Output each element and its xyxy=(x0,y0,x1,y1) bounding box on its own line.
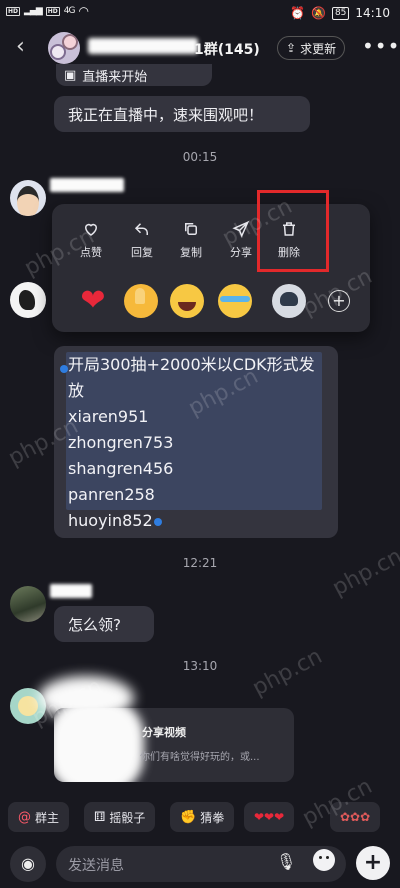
input-placeholder: 发送消息 xyxy=(68,858,124,874)
battery-icon: 85 xyxy=(331,6,350,20)
selection-start-handle[interactable] xyxy=(60,365,68,373)
copy-action[interactable]: 复制 xyxy=(168,218,214,260)
avatar[interactable] xyxy=(10,586,46,622)
mute-icon: 🔕 xyxy=(311,6,326,20)
timestamp: 00:15 xyxy=(182,150,218,164)
chip-dice[interactable]: ⚅ 摇骰子 xyxy=(84,802,156,832)
chat-header: ‹ 1群(145) ⇪ 求更新 ••• xyxy=(0,28,400,68)
redacted-sender-name xyxy=(50,584,92,598)
sim2-badge: HD xyxy=(45,6,60,16)
alarm-icon: ⏰ xyxy=(290,6,305,20)
laughing-emoji[interactable] xyxy=(170,284,204,318)
sim1-badge: HD xyxy=(6,6,21,16)
copy-icon xyxy=(168,218,214,240)
question-bubble[interactable]: 怎么领? xyxy=(54,606,154,642)
share-card-desc: 你们有啥觉得好玩的，或... xyxy=(140,752,260,763)
wifi-icon: ◠ xyxy=(78,4,89,18)
camera-icon[interactable]: ◉ xyxy=(10,846,46,882)
signal-icon: ▂▄▆ xyxy=(24,6,43,16)
chip-hearts[interactable]: ❤❤❤ xyxy=(244,802,295,832)
reply-action[interactable]: 回复 xyxy=(119,218,165,260)
group-title[interactable]: 1群(145) xyxy=(194,39,260,59)
live-message-bubble[interactable]: 我正在直播中，速来围观吧！ xyxy=(54,96,310,132)
message-input-bar: ◉ 发送消息 🎙 + xyxy=(0,840,400,888)
redacted-sender-name xyxy=(50,178,124,192)
clock: 14:10 xyxy=(355,6,390,20)
selection-end-handle[interactable] xyxy=(154,518,162,526)
timestamp: 13:10 xyxy=(182,659,218,673)
network-label: 4G xyxy=(63,6,76,16)
group-avatar[interactable] xyxy=(48,32,80,64)
shared-video-card[interactable]: 分享视频 你们有啥觉得好玩的，或... xyxy=(54,708,294,782)
redacted-thumbnail xyxy=(54,708,144,782)
chip-rock-paper-scissors[interactable]: ✊ 猜拳 xyxy=(170,802,235,832)
live-icon: ▣ xyxy=(64,67,77,83)
avatar[interactable] xyxy=(10,180,46,216)
microphone-icon[interactable]: 🎙 xyxy=(276,852,296,876)
chip-group-owner[interactable]: @ 群主 xyxy=(8,802,70,832)
live-notice-bubble[interactable]: ▣ 直播来开始 xyxy=(56,64,212,86)
fist-icon: ✊ xyxy=(180,809,197,825)
request-update-button[interactable]: ⇪ 求更新 xyxy=(277,36,346,60)
heart-emoji[interactable]: ❤ xyxy=(76,284,110,318)
redacted-group-name xyxy=(88,38,198,54)
at-icon: @ xyxy=(18,809,31,825)
thumbs-up-emoji[interactable] xyxy=(124,284,158,318)
emoji-icon[interactable] xyxy=(313,849,335,871)
more-options-icon[interactable]: ••• xyxy=(362,34,400,58)
cdk-message-text: 开局300抽+2000米以CDK形式发 放 xiaren951 zhongren… xyxy=(68,355,315,530)
message-input[interactable]: 发送消息 xyxy=(56,846,346,882)
add-icon[interactable]: + xyxy=(356,846,390,880)
back-icon[interactable]: ‹ xyxy=(16,36,25,58)
cdk-message-bubble[interactable]: 开局300抽+2000米以CDK形式发 放 xiaren951 zhongren… xyxy=(54,346,338,538)
status-bar: HD ▂▄▆ HD 4G ◠ ⏰ 🔕 85 14:10 xyxy=(0,0,400,28)
crying-laugh-emoji[interactable] xyxy=(218,284,252,318)
update-icon: ⇪ xyxy=(286,41,297,55)
share-card-title: 分享视频 xyxy=(142,726,186,739)
avatar[interactable] xyxy=(10,282,46,318)
watermark: php.cn xyxy=(328,543,400,602)
timestamp: 12:21 xyxy=(182,556,218,570)
hearts-icon: ❤❤❤ xyxy=(254,810,285,824)
dice-icon: ⚅ xyxy=(94,809,106,825)
reply-icon xyxy=(119,218,165,240)
